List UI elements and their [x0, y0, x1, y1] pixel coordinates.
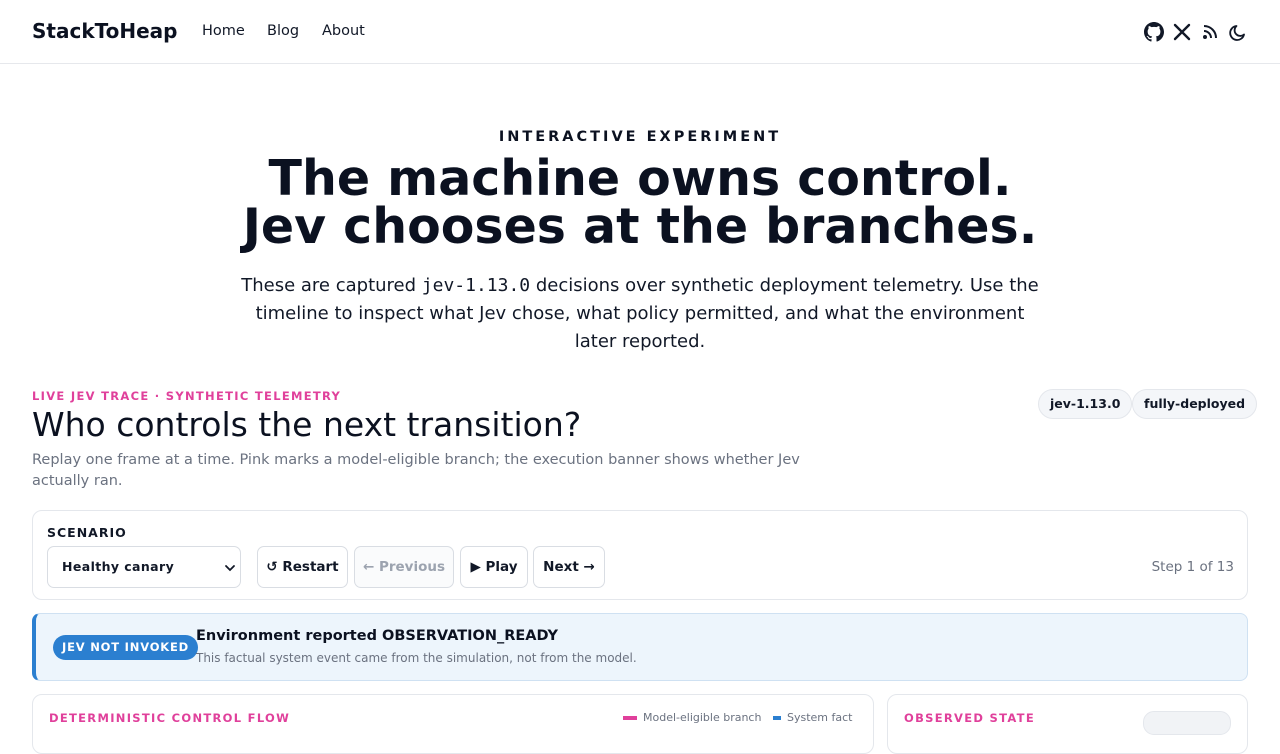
play-button[interactable]: ▶ Play	[460, 546, 528, 588]
x-icon[interactable]	[1172, 22, 1192, 42]
section-description: Replay one frame at a time. Pink marks a…	[32, 452, 800, 489]
legend-blue-swatch	[773, 716, 781, 720]
banner-title: Environment reported OBSERVATION_READY	[196, 628, 558, 644]
hero-title-line1: The machine owns control.	[268, 150, 1012, 207]
nav-link-about[interactable]: About	[322, 23, 365, 39]
previous-button[interactable]: ← Previous	[354, 546, 454, 588]
legend-system-label: System fact	[787, 711, 853, 724]
legend-pink-swatch	[623, 716, 637, 720]
legend-model-label: Model-eligible branch	[643, 711, 762, 724]
top-nav: StackToHeap Home Blog About	[0, 0, 1280, 64]
deployment-status-pill: fully-deployed	[1132, 389, 1258, 419]
next-button[interactable]: Next →	[533, 546, 605, 588]
legend-system-fact: System fact	[773, 711, 853, 724]
scenario-select-value: Healthy canary	[62, 559, 175, 574]
rss-icon[interactable]	[1200, 22, 1220, 42]
step-counter: Step 1 of 13	[1151, 559, 1234, 575]
section-title: Who controls the next transition?	[32, 405, 582, 444]
hero-title-line2: Jev chooses at the branches.	[242, 198, 1038, 255]
restart-button[interactable]: ↺ Restart	[257, 546, 348, 588]
section-eyebrow: LIVE JEV TRACE · SYNTHETIC TELEMETRY	[32, 389, 342, 403]
control-flow-panel: DETERMINISTIC CONTROL FLOW Model-eligibl…	[32, 694, 874, 754]
hero-subtitle: These are captured jev-1.13.0 decisions …	[240, 272, 1040, 356]
nav-link-home[interactable]: Home	[202, 23, 245, 39]
nav-link-blog[interactable]: Blog	[267, 23, 299, 39]
hero-kicker: INTERACTIVE EXPERIMENT	[498, 129, 782, 145]
observed-state-panel: OBSERVED STATE	[887, 694, 1248, 754]
version-pill: jev-1.13.0	[1038, 389, 1133, 419]
scenario-control-card: SCENARIO Healthy canary ↺ Restart ← Prev…	[32, 510, 1248, 600]
state-chip	[1143, 711, 1231, 735]
scenario-label: SCENARIO	[47, 525, 127, 540]
chevron-down-icon	[225, 565, 235, 572]
execution-banner: JEV NOT INVOKED Environment reported OBS…	[32, 613, 1248, 681]
moon-icon[interactable]	[1228, 22, 1248, 42]
hero-title: The machine owns control. Jev chooses at…	[0, 150, 1280, 255]
status-badge: JEV NOT INVOKED	[53, 635, 198, 660]
banner-description: This factual system event came from the …	[196, 651, 637, 665]
scenario-select[interactable]: Healthy canary	[47, 546, 241, 588]
hero-subtitle-pre: These are captured	[241, 275, 422, 296]
observed-state-heading: OBSERVED STATE	[904, 711, 1035, 725]
legend-model-eligible: Model-eligible branch	[623, 711, 761, 724]
github-icon[interactable]	[1144, 22, 1164, 42]
hero-version-code: jev-1.13.0	[421, 275, 531, 296]
control-flow-heading: DETERMINISTIC CONTROL FLOW	[49, 711, 291, 725]
site-brand[interactable]: StackToHeap	[32, 19, 177, 43]
